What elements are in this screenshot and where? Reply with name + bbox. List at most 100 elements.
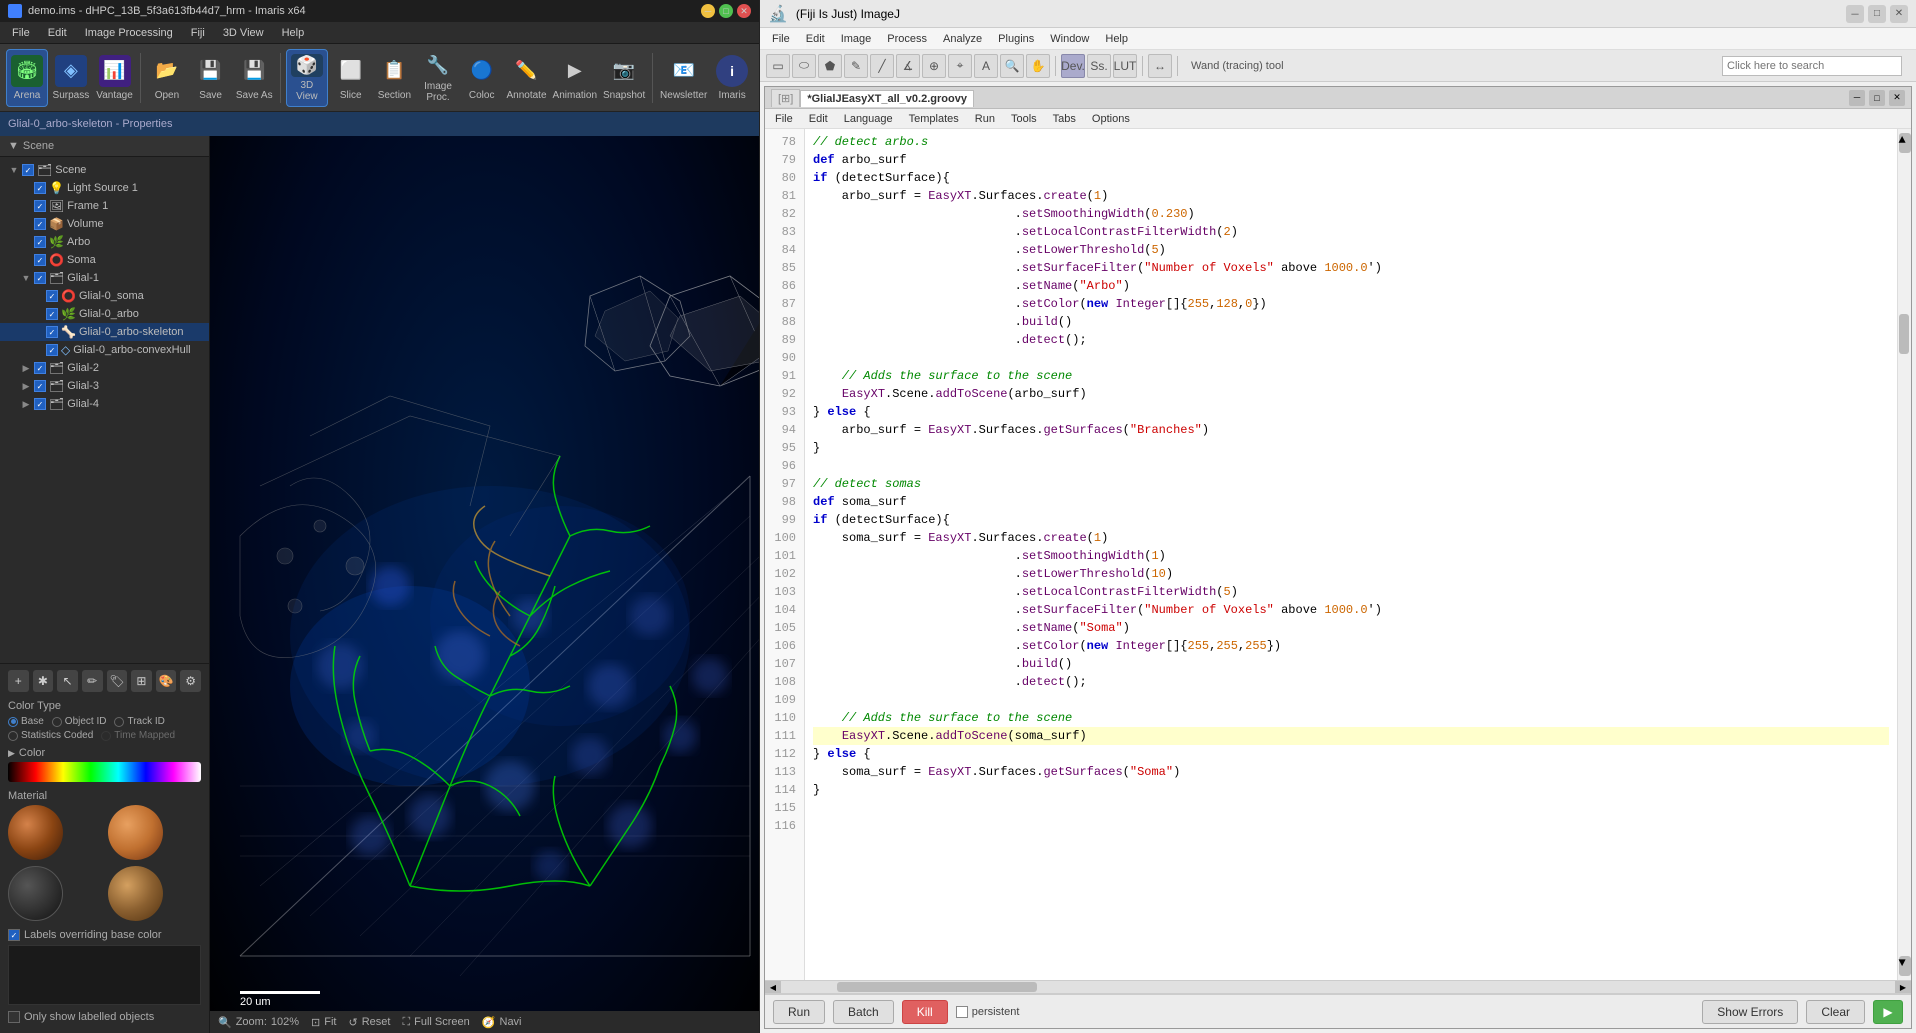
scene-check-root[interactable]: ✓: [22, 164, 34, 176]
color-gradient-bar[interactable]: [8, 762, 201, 782]
fiji-tool-rect[interactable]: ▭: [766, 54, 790, 78]
scene-check-glial0skeleton[interactable]: ✓: [46, 326, 58, 338]
toolbar-btn-newsletter[interactable]: 📧 Newsletter: [658, 49, 709, 107]
scene-item-glial0-soma[interactable]: ✓ ⭕ Glial-0_soma: [0, 287, 209, 305]
kill-button[interactable]: Kill: [902, 1000, 948, 1024]
fiji-minimize-btn[interactable]: －: [1846, 5, 1864, 23]
imaris-close-btn[interactable]: ✕: [737, 4, 751, 18]
run-button[interactable]: Run: [773, 1000, 825, 1024]
fiji-menu-edit[interactable]: Edit: [798, 31, 833, 47]
scene-item-scene-root[interactable]: ▼ ✓ 🗂 Scene: [0, 161, 209, 179]
scene-expand-glial3[interactable]: ▶: [21, 381, 31, 391]
toolbar-btn-animation[interactable]: ▶ Animation: [551, 49, 599, 107]
grid-btn[interactable]: ⊞: [131, 670, 152, 692]
viewport-3d[interactable]: 20 um 🔍 Zoom: 102% ⊡ Fit ↺ Reset ⛶: [210, 136, 759, 1033]
pencil-btn[interactable]: ✏: [82, 670, 103, 692]
only-labelled-checkbox[interactable]: [8, 1011, 20, 1023]
toolbar-btn-coloc[interactable]: 🔵 Coloc: [461, 49, 503, 107]
fiji-tool-dev[interactable]: Dev.: [1061, 54, 1085, 78]
groovy-menu-edit[interactable]: Edit: [803, 112, 834, 126]
imaris-menu-help[interactable]: Help: [274, 25, 313, 41]
scene-item-glial3[interactable]: ▶ ✓ 🗂 Glial-3: [0, 377, 209, 395]
fiji-close-btn[interactable]: ✕: [1890, 5, 1908, 23]
scene-check-glial2[interactable]: ✓: [34, 362, 46, 374]
fullscreen-item[interactable]: ⛶ Full Screen: [402, 1016, 469, 1029]
toolbar-btn-imaris[interactable]: i Imaris: [711, 49, 753, 107]
fiji-menu-window[interactable]: Window: [1042, 31, 1097, 47]
reset-item[interactable]: ↺ Reset: [348, 1016, 390, 1029]
scene-check-soma[interactable]: ✓: [34, 254, 46, 266]
vertical-scrollbar[interactable]: ▲ ▼: [1897, 129, 1911, 980]
scene-expand-glial2[interactable]: ▶: [21, 363, 31, 373]
labels-checkbox[interactable]: ✓: [8, 929, 20, 941]
fiji-tool-ss[interactable]: Ss.: [1087, 54, 1111, 78]
fiji-tool-text[interactable]: A: [974, 54, 998, 78]
groovy-close-btn[interactable]: ✕: [1889, 90, 1905, 106]
scrollbar-down-btn[interactable]: ▼: [1899, 956, 1911, 976]
toolbar-btn-arena[interactable]: 🏟 Arena: [6, 49, 48, 107]
cursor-btn[interactable]: ↖: [57, 670, 78, 692]
hscroll-thumb[interactable]: [837, 982, 1037, 992]
toolbar-btn-snapshot[interactable]: 📷 Snapshot: [601, 49, 647, 107]
scene-expand-root[interactable]: ▼: [9, 165, 19, 175]
scene-check-light[interactable]: ✓: [34, 182, 46, 194]
toolbar-btn-section[interactable]: 📋 Section: [374, 49, 416, 107]
scene-check-glial3[interactable]: ✓: [34, 380, 46, 392]
toolbar-btn-3dview[interactable]: 🎲 3D View: [286, 49, 328, 107]
toolbar-btn-surpass[interactable]: ◈ Surpass: [50, 49, 92, 107]
fiji-search-input[interactable]: [1722, 56, 1902, 76]
scene-check-glial0convex[interactable]: ✓: [46, 344, 58, 356]
material-sphere-2[interactable]: [108, 805, 163, 860]
groovy-maximize-btn[interactable]: □: [1869, 90, 1885, 106]
groovy-minimize-btn[interactable]: －: [1849, 90, 1865, 106]
tag-btn[interactable]: 🏷: [107, 670, 128, 692]
fiji-tool-ellipse[interactable]: ⬭: [792, 54, 816, 78]
scene-item-glial0-arbo[interactable]: ✓ 🌿 Glial-0_arbo: [0, 305, 209, 323]
scene-check-frame[interactable]: ✓: [34, 200, 46, 212]
fiji-tool-polygon[interactable]: ⬟: [818, 54, 842, 78]
toolbar-btn-slice[interactable]: ⬜ Slice: [330, 49, 372, 107]
radio-base[interactable]: Base: [8, 716, 44, 727]
material-sphere-3[interactable]: [8, 866, 63, 921]
fiji-menu-plugins[interactable]: Plugins: [990, 31, 1042, 47]
groovy-menu-templates[interactable]: Templates: [903, 112, 965, 126]
horizontal-scrollbar[interactable]: ◀ ▶: [765, 980, 1911, 994]
groovy-pin-btn[interactable]: [⊞]: [771, 89, 800, 107]
groovy-menu-file[interactable]: File: [769, 112, 799, 126]
batch-button[interactable]: Batch: [833, 1000, 894, 1024]
groovy-menu-tools[interactable]: Tools: [1005, 112, 1043, 126]
fiji-menu-process[interactable]: Process: [879, 31, 935, 47]
toolbar-btn-vantage[interactable]: 📊 Vantage: [94, 49, 136, 107]
clear-button[interactable]: Clear: [1806, 1000, 1865, 1024]
scene-check-glial0soma[interactable]: ✓: [46, 290, 58, 302]
play-button[interactable]: ▶: [1873, 1000, 1903, 1024]
toolbar-btn-annotate[interactable]: ✏️ Annotate: [504, 49, 548, 107]
show-errors-button[interactable]: Show Errors: [1702, 1000, 1798, 1024]
radio-trackid[interactable]: Track ID: [114, 716, 164, 727]
radio-objectid[interactable]: Object ID: [52, 716, 107, 727]
remove-btn[interactable]: ✱: [33, 670, 54, 692]
fiji-menu-help[interactable]: Help: [1097, 31, 1136, 47]
scene-tree[interactable]: ▼ ✓ 🗂 Scene ✓ 💡 Light Source 1: [0, 157, 209, 663]
fiji-menu-analyze[interactable]: Analyze: [935, 31, 990, 47]
scene-check-glial0arbo[interactable]: ✓: [46, 308, 58, 320]
add-btn[interactable]: +: [8, 670, 29, 692]
code-content[interactable]: // detect arbo.sdef arbo_surfif (detectS…: [805, 129, 1897, 980]
color-expand-arrow[interactable]: ▶: [8, 748, 15, 759]
scroll-left-btn[interactable]: ◀: [765, 981, 781, 993]
groovy-menu-tabs[interactable]: Tabs: [1047, 112, 1082, 126]
material-sphere-1[interactable]: [8, 805, 63, 860]
groovy-tab-active[interactable]: *GlialJEasyXT_all_v0.2.groovy: [800, 90, 974, 107]
toolbar-btn-saveas[interactable]: 💾 Save As: [233, 49, 275, 107]
fiji-menu-image[interactable]: Image: [833, 31, 880, 47]
fit-item[interactable]: ⊡ Fit: [311, 1016, 336, 1029]
fiji-maximize-btn[interactable]: □: [1868, 5, 1886, 23]
scene-item-glial1[interactable]: ▼ ✓ 🗂 Glial-1: [0, 269, 209, 287]
toolbar-btn-open[interactable]: 📂 Open: [146, 49, 188, 107]
scene-item-volume[interactable]: ✓ 📦 Volume: [0, 215, 209, 233]
imaris-menu-imageproc[interactable]: Image Processing: [77, 25, 181, 41]
fiji-tool-zoom[interactable]: 🔍: [1000, 54, 1024, 78]
fiji-tool-point[interactable]: ⊕: [922, 54, 946, 78]
scene-item-glial4[interactable]: ▶ ✓ 🗂 Glial-4: [0, 395, 209, 413]
scene-check-volume[interactable]: ✓: [34, 218, 46, 230]
